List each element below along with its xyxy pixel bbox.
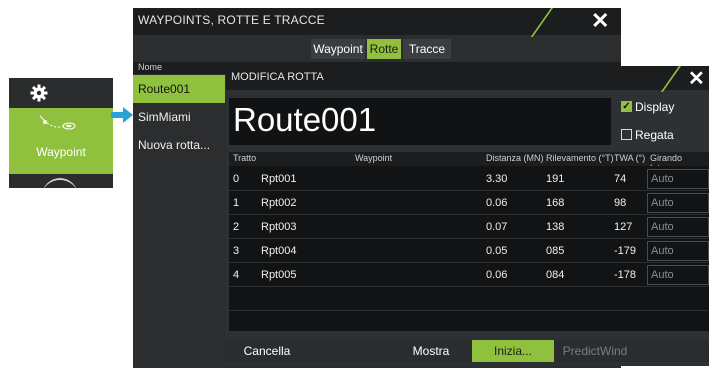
column-header-waypoint: Waypoint xyxy=(355,153,393,163)
table-cell-rilevamento: 138 xyxy=(546,221,565,233)
row-divider xyxy=(229,214,709,215)
table-cell-distanza: 0.06 xyxy=(486,269,508,281)
cancella-button[interactable]: Cancella xyxy=(226,340,308,362)
table-cell-tratto: 4 xyxy=(233,269,240,281)
table-cell-tratto: 3 xyxy=(233,245,240,257)
row-divider xyxy=(229,238,709,239)
mostra-button[interactable]: Mostra xyxy=(390,340,472,362)
display-label: Display xyxy=(635,100,675,114)
table-cell-twa: 127 xyxy=(614,221,633,233)
column-header-nome: Nome xyxy=(138,62,163,72)
table-cell-rilevamento: 084 xyxy=(546,269,565,281)
girando-select[interactable]: Auto xyxy=(647,169,709,189)
table-cell-waypoint[interactable]: Rpt001 xyxy=(261,173,296,185)
route-name-value: Route001 xyxy=(233,101,377,138)
table-cell-distanza: 0.06 xyxy=(486,197,508,209)
table-cell-distanza: 0.07 xyxy=(486,221,508,233)
tab-rotte[interactable]: Rotte xyxy=(367,39,401,59)
table-cell-twa: 98 xyxy=(614,197,627,209)
waypoint-icon xyxy=(35,112,85,141)
table-cell-waypoint[interactable]: Rpt003 xyxy=(261,221,296,233)
row-divider xyxy=(229,286,709,287)
column-header-twa: TWA (°) xyxy=(614,153,646,163)
mini-sidebar-header xyxy=(9,78,113,108)
waypoints-dialog-title: WAYPOINTS, ROTTE E TRACCE xyxy=(138,13,325,27)
table-cell-twa: 74 xyxy=(614,173,627,185)
girando-select[interactable]: Auto xyxy=(647,193,709,213)
table-cell-waypoint[interactable]: Rpt002 xyxy=(261,197,296,209)
display-checkbox[interactable]: ✓ xyxy=(621,101,632,112)
table-cell-rilevamento: 085 xyxy=(546,245,565,257)
sidebar-item-label: Waypoint xyxy=(36,145,86,159)
row-divider xyxy=(229,190,709,191)
column-header-tratto: Tratto xyxy=(233,153,257,163)
regata-label: Regata xyxy=(635,128,674,142)
table-cell-waypoint[interactable]: Rpt004 xyxy=(261,245,296,257)
table-cell-waypoint[interactable]: Rpt005 xyxy=(261,269,296,281)
table-cell-distanza: 0.05 xyxy=(486,245,508,257)
column-header-rilevamento: Rilevamento (°T) xyxy=(546,153,614,163)
girando-select[interactable]: Auto xyxy=(647,241,709,261)
table-cell-tratto: 0 xyxy=(233,173,240,185)
row-divider xyxy=(229,262,709,263)
girando-select[interactable]: Auto xyxy=(647,265,709,285)
predictwind-button[interactable]: PredictWind xyxy=(554,340,636,362)
row-divider xyxy=(229,310,709,311)
regata-checkbox[interactable] xyxy=(621,129,632,140)
modifica-rotta-title: MODIFICA ROTTA xyxy=(231,71,324,83)
table-cell-tratto: 1 xyxy=(233,197,240,209)
arrow-right-icon xyxy=(111,107,133,128)
route-list-item[interactable]: SimMiami xyxy=(133,103,225,131)
tab-waypoint[interactable]: Waypoint xyxy=(311,39,365,59)
tab-tracce[interactable]: Tracce xyxy=(403,39,451,59)
table-cell-distanza: 3.30 xyxy=(486,173,508,185)
column-header-distanza: Distanza (MN) xyxy=(486,153,544,163)
girando-select[interactable]: Auto xyxy=(647,217,709,237)
route-list-item[interactable]: Route001 xyxy=(133,75,225,103)
table-cell-rilevamento: 168 xyxy=(546,197,565,209)
table-cell-twa: -178 xyxy=(614,269,637,281)
close-icon[interactable]: ✕ xyxy=(688,66,705,91)
inizia-button[interactable]: Inizia... xyxy=(472,340,554,362)
table-cell-tratto: 2 xyxy=(233,221,240,233)
route-list-item[interactable]: Nuova rotta... xyxy=(133,131,225,159)
table-cell-twa: -179 xyxy=(614,245,637,257)
close-icon[interactable]: ✕ xyxy=(591,8,609,34)
gear-icon[interactable] xyxy=(30,84,48,107)
table-cell-rilevamento: 191 xyxy=(546,173,565,185)
